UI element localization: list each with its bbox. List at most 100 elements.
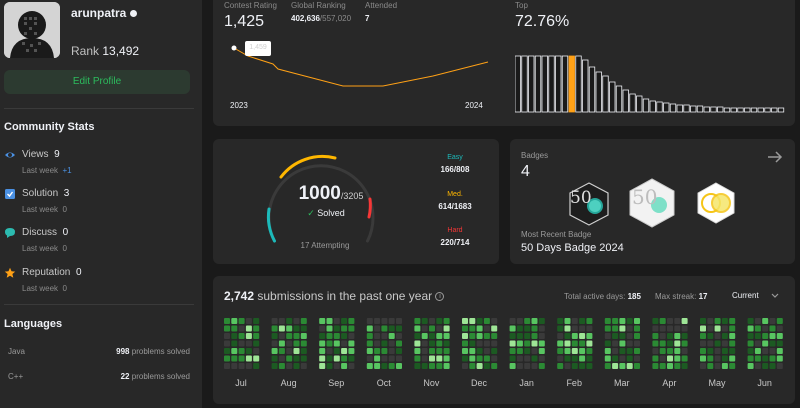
- solved-count: 1000/3205: [298, 183, 364, 204]
- heatmap-cell: [729, 348, 736, 354]
- histogram-bar: [528, 55, 535, 113]
- month-label: Dec: [471, 378, 488, 388]
- heatmap-cell: [531, 333, 538, 339]
- heatmap-cell: [509, 340, 516, 347]
- heatmap-cell: [286, 363, 293, 369]
- heatmap-cell: [586, 325, 593, 332]
- heatmap-cell: [476, 333, 483, 339]
- heatmap-cell: [443, 318, 450, 324]
- heatmap-cell: [245, 333, 252, 339]
- heatmap-cell: [414, 355, 421, 362]
- solution-icon: [5, 189, 15, 199]
- heatmap-cell: [326, 363, 333, 369]
- heatmap-cell: [341, 318, 348, 324]
- heatmap-cell: [747, 318, 754, 324]
- heatmap-cell: [436, 348, 443, 354]
- heatmap-cell: [707, 355, 714, 362]
- heatmap-cell: [231, 340, 238, 347]
- heatmap-cell: [421, 363, 428, 369]
- heatmap-cell: [626, 325, 633, 332]
- heatmap-cell: [414, 363, 421, 369]
- year-start: 2023: [230, 101, 248, 110]
- profile-sidebar: arunpatra Rank 13,492 Edit Profile Commu…: [0, 0, 202, 408]
- month-label: Nov: [423, 378, 440, 388]
- heatmap-cell: [224, 340, 230, 347]
- stat-sub: Last week +1: [22, 166, 72, 175]
- heatmap-cell: [366, 325, 373, 332]
- medium-stat: Med. 614/1683: [438, 191, 472, 211]
- year-end: 2024: [465, 101, 483, 110]
- heatmap-cell: [421, 340, 428, 347]
- heatmap-cell: [224, 333, 230, 339]
- heatmap-cell: [238, 318, 245, 324]
- heatmap-cell: [319, 333, 326, 339]
- heatmap-cell: [754, 348, 761, 354]
- heatmap-cell: [531, 355, 538, 362]
- heatmap-cell: [238, 333, 245, 339]
- arrow-right-icon[interactable]: [767, 150, 783, 164]
- heatmap-cell: [341, 333, 348, 339]
- submissions-card: 2,742 submissions in the past one year i…: [213, 276, 795, 404]
- heatmap-cell: [516, 348, 523, 354]
- heatmap-cell: [278, 318, 285, 324]
- heatmap-cell: [604, 325, 611, 332]
- heatmap-cell: [231, 348, 238, 354]
- histogram-bar: [663, 102, 670, 113]
- heatmap-cell: [366, 363, 373, 369]
- heatmap-cell: [612, 348, 619, 354]
- heatmap-cell: [348, 340, 355, 347]
- heatmap-cell: [238, 340, 245, 347]
- rating-line-chart[interactable]: [213, 0, 503, 126]
- heatmap-cell: [769, 340, 776, 347]
- heatmap-cell: [491, 318, 498, 324]
- heatmap-cell: [538, 325, 545, 332]
- stat-sub: Last week 0: [22, 284, 67, 293]
- heatmap-cell: [414, 318, 421, 324]
- heatmap-cell: [571, 325, 578, 332]
- heatmap-cell: [762, 333, 769, 339]
- heatmap-cell: [381, 325, 388, 332]
- easy-stat: Easy 166/808: [440, 154, 470, 174]
- heatmap-cell: [245, 348, 252, 354]
- badge-circles[interactable]: [696, 182, 736, 224]
- histogram-bar: [764, 107, 771, 113]
- heatmap-cell: [652, 363, 659, 369]
- heatmap-cell: [509, 333, 516, 339]
- heatmap-cell: [443, 325, 450, 332]
- heatmap-cell: [414, 340, 421, 347]
- heatmap-cell: [381, 348, 388, 354]
- heatmap-cell: [681, 355, 688, 362]
- heatmap-cell: [348, 355, 355, 362]
- heatmap-cell: [341, 348, 348, 354]
- badges-count: 4: [521, 163, 530, 180]
- heatmap-cell: [300, 325, 307, 332]
- heatmap-cell: [374, 355, 381, 362]
- heatmap-cell: [224, 363, 230, 369]
- submission-heatmap[interactable]: Jul Aug Sep Oct Nov Dec Jan Feb Mar Apr May Jun: [213, 276, 795, 404]
- heatmap-cell: [707, 318, 714, 324]
- heatmap-cell: [253, 348, 260, 354]
- heatmap-cell: [388, 363, 395, 369]
- community-stat-discuss: Discuss 0 Last week 0: [4, 225, 194, 261]
- histogram-bar: [737, 107, 744, 113]
- heatmap-cell: [348, 333, 355, 339]
- heatmap-cell: [286, 340, 293, 347]
- heatmap-cell: [586, 355, 593, 362]
- month-label: Feb: [566, 378, 582, 388]
- stat-label: Views 9: [22, 149, 60, 160]
- heatmap-cell: [271, 340, 278, 347]
- heatmap-cell: [443, 355, 450, 362]
- rating-histogram[interactable]: [515, 54, 785, 114]
- heatmap-cell: [626, 363, 633, 369]
- stat-sub: Last week 0: [22, 244, 67, 253]
- heatmap-cell: [571, 355, 578, 362]
- heatmap-cell: [754, 363, 761, 369]
- month-label: Jul: [235, 378, 247, 388]
- avatar[interactable]: [4, 2, 60, 58]
- heatmap-cell: [681, 348, 688, 354]
- heatmap-cell: [366, 355, 373, 362]
- heatmap-cell: [619, 318, 626, 324]
- top-percentage: 72.76%: [515, 13, 570, 30]
- heatmap-cell: [652, 340, 659, 347]
- edit-profile-button[interactable]: Edit Profile: [4, 70, 190, 94]
